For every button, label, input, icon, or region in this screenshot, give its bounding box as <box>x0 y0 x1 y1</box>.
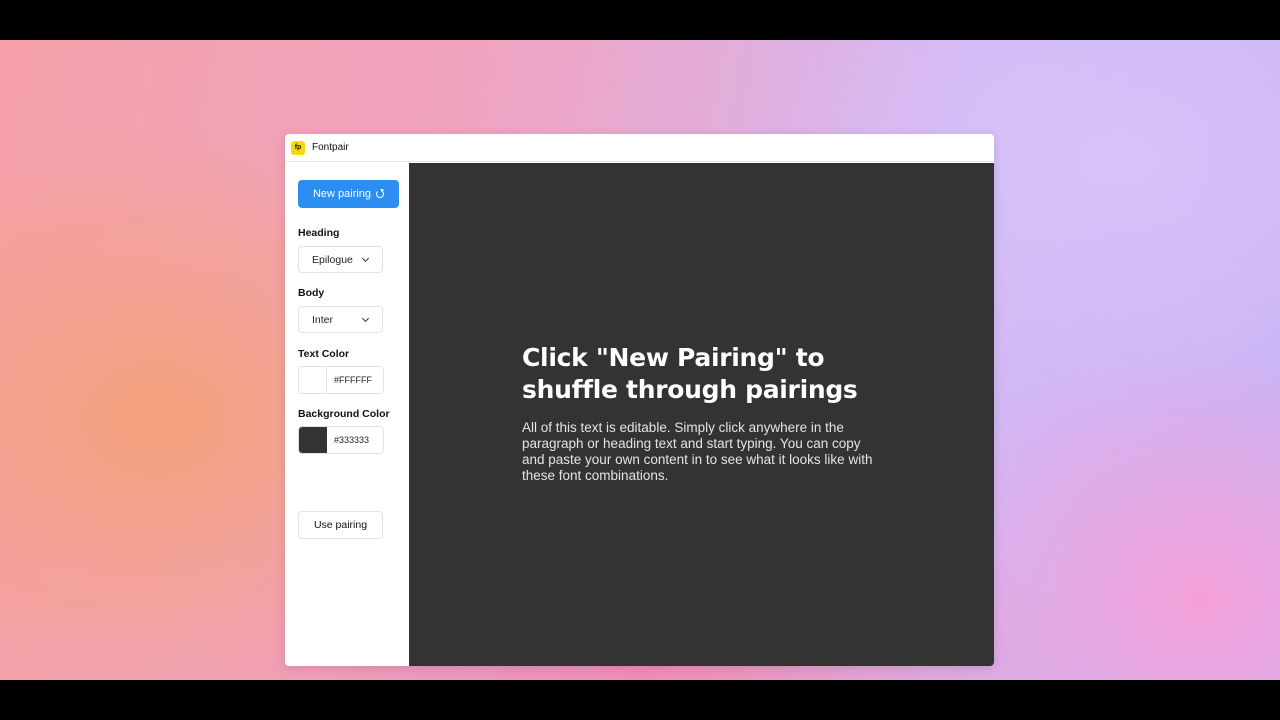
heading-font-select[interactable]: Epilogue <box>298 246 383 273</box>
gradient-backdrop: fp Fontpair New pairing Heading Epilogue… <box>0 40 1280 680</box>
app-title: Fontpair <box>312 142 349 153</box>
refresh-icon <box>376 190 385 198</box>
new-pairing-button[interactable]: New pairing <box>298 180 399 208</box>
letterbox-top <box>0 0 1280 40</box>
letterbox-bottom <box>0 680 1280 720</box>
text-color-label: Text Color <box>298 348 350 360</box>
body-font-value: Inter <box>312 313 334 326</box>
text-color-swatch[interactable] <box>299 367 327 393</box>
text-color-value[interactable]: #FFFFFF <box>334 375 372 385</box>
background-color-field[interactable]: #333333 <box>298 426 384 454</box>
title-bar: fp Fontpair <box>285 134 994 162</box>
heading-font-label: Heading <box>298 227 340 239</box>
heading-font-value: Epilogue <box>312 253 353 266</box>
preview-canvas: Click "New Pairing" to shuffle through p… <box>409 163 994 666</box>
use-pairing-button[interactable]: Use pairing <box>298 511 383 539</box>
background-color-label: Background Color <box>298 408 390 420</box>
chevron-down-icon <box>361 254 370 263</box>
text-color-field[interactable]: #FFFFFF <box>298 366 384 394</box>
sidebar: New pairing Heading Epilogue Body Inter … <box>285 163 409 666</box>
new-pairing-label: New pairing <box>312 188 372 200</box>
fontpair-logo-icon: fp <box>291 140 305 155</box>
body-font-label: Body <box>298 287 325 299</box>
preview-heading[interactable]: Click "New Pairing" to shuffle through p… <box>522 342 902 406</box>
chevron-down-icon <box>361 314 370 323</box>
body-font-select[interactable]: Inter <box>298 306 383 333</box>
background-color-swatch[interactable] <box>299 427 327 453</box>
background-color-value[interactable]: #333333 <box>334 435 369 445</box>
app-window: fp Fontpair New pairing Heading Epilogue… <box>285 134 994 666</box>
preview-body-text[interactable]: All of this text is editable. Simply cli… <box>522 420 882 484</box>
